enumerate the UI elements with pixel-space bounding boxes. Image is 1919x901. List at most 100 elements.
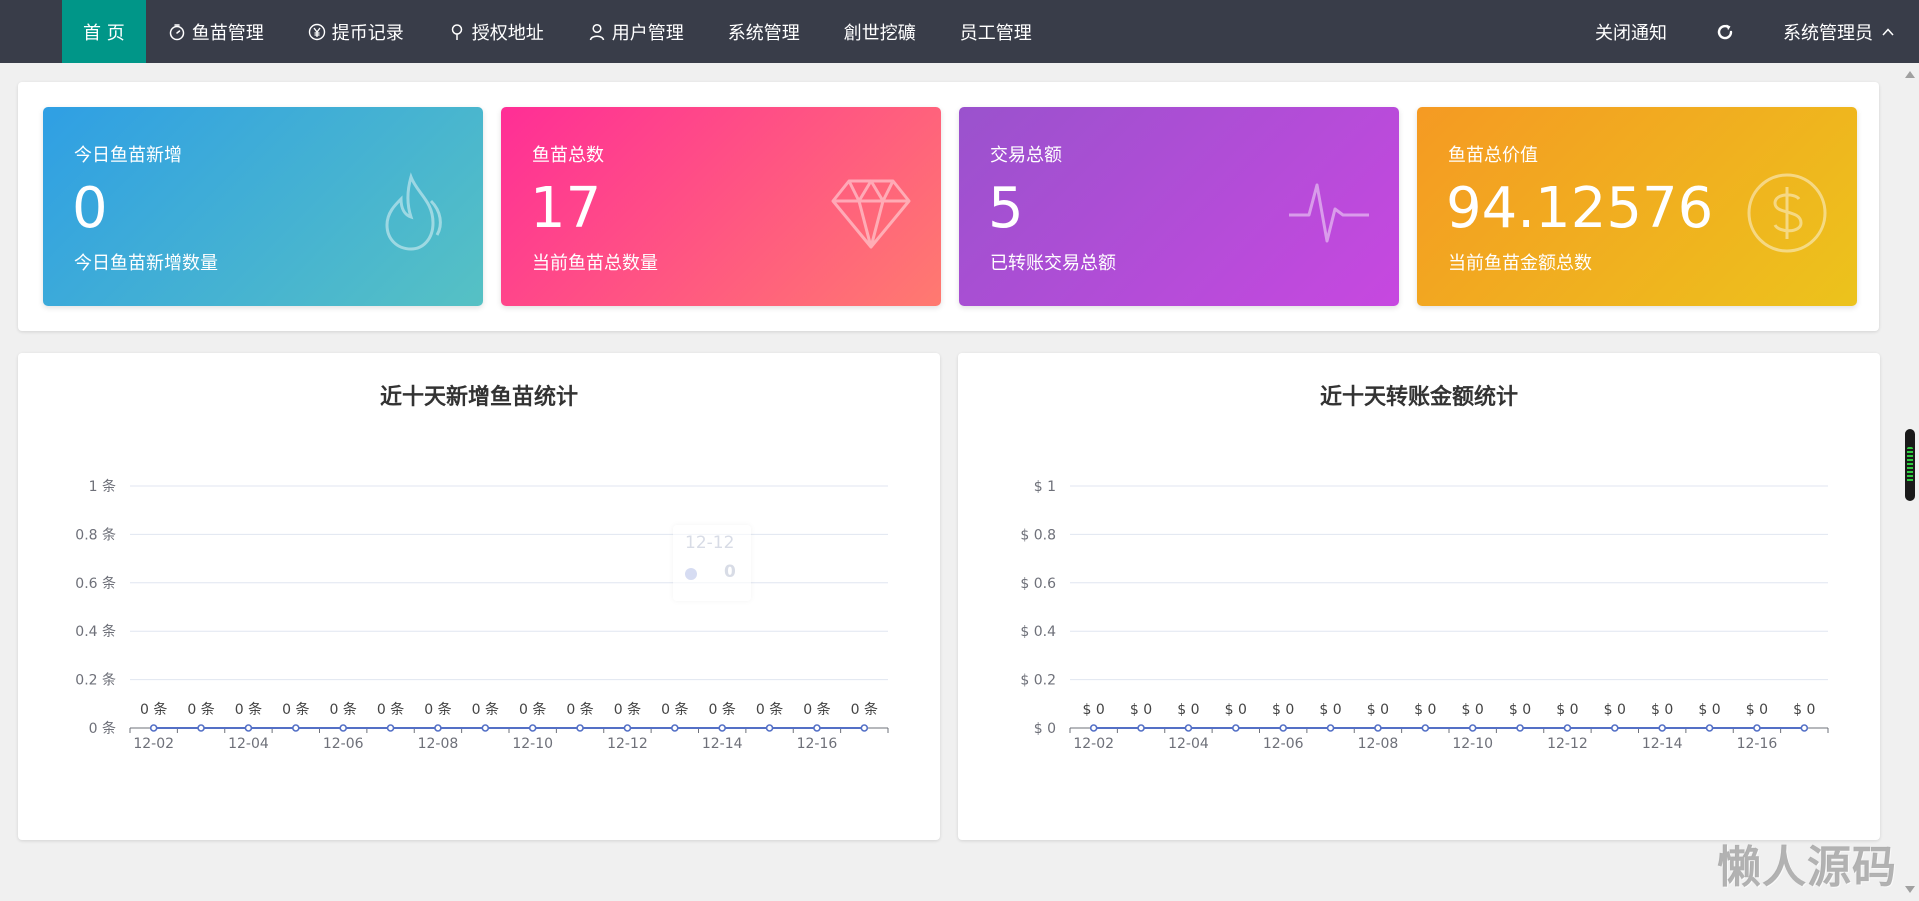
scroll-thumb[interactable] bbox=[1905, 429, 1915, 501]
y-tick-label: $ 0.4 bbox=[1020, 624, 1056, 640]
stat-title: 今日鱼苗新增 bbox=[74, 145, 182, 166]
stat-card-total-fry: 鱼苗总数 17 当前鱼苗总数量 bbox=[501, 107, 941, 306]
timer-icon bbox=[168, 23, 186, 41]
data-point bbox=[434, 724, 442, 732]
data-label: $ 0 bbox=[1414, 702, 1436, 718]
stat-card-transaction-total: 交易总额 5 已转账交易总额 bbox=[959, 107, 1399, 306]
nav-system-management[interactable]: 系统管理 bbox=[706, 0, 822, 63]
main-nav: 首 页 鱼苗管理 提币记录 授权地址 用户管理 系统管理 創世挖礦 员工管理 bbox=[62, 0, 1054, 63]
pulse-icon bbox=[1287, 171, 1371, 255]
scroll-down-arrow-icon[interactable] bbox=[1905, 886, 1915, 893]
close-notice-label: 关闭通知 bbox=[1595, 22, 1667, 44]
data-point bbox=[244, 724, 253, 732]
nav-authorized-address-label: 授权地址 bbox=[471, 22, 544, 44]
yen-icon bbox=[308, 23, 326, 41]
y-tick-label: $ 0.6 bbox=[1020, 576, 1056, 592]
data-point bbox=[1563, 724, 1572, 732]
data-point bbox=[718, 724, 726, 732]
y-tick-label: 0.8 条 bbox=[75, 526, 116, 543]
x-tick-label: 12-10 bbox=[512, 736, 553, 752]
refresh-icon bbox=[1715, 22, 1735, 42]
x-tick-label: 12-10 bbox=[1452, 736, 1493, 752]
stat-card-today-new: 今日鱼苗新增 0 今日鱼苗新增数量 bbox=[43, 107, 483, 306]
data-label: 0 条 bbox=[661, 701, 688, 718]
data-label: $ 0 bbox=[1746, 702, 1768, 718]
stat-subtitle: 已转账交易总额 bbox=[990, 253, 1116, 274]
y-tick-label: $ 1 bbox=[1034, 479, 1056, 495]
data-label: 0 条 bbox=[803, 701, 830, 718]
tooltip-series-dot bbox=[685, 568, 697, 580]
data-point bbox=[528, 724, 537, 732]
dollar-circle-icon bbox=[1745, 171, 1829, 255]
tooltip-value: 0 bbox=[724, 562, 736, 582]
nav-withdraw-records-label: 提币记录 bbox=[331, 22, 404, 44]
stat-title: 鱼苗总价值 bbox=[1448, 145, 1538, 166]
tooltip-date: 12-12 bbox=[685, 533, 735, 553]
data-point bbox=[860, 724, 869, 732]
x-tick-label: 12-04 bbox=[1168, 736, 1209, 752]
data-point bbox=[1421, 724, 1430, 732]
y-tick-label: 0.4 条 bbox=[75, 623, 116, 640]
nav-home[interactable]: 首 页 bbox=[62, 0, 146, 63]
nav-user-management[interactable]: 用户管理 bbox=[566, 0, 706, 63]
data-point bbox=[481, 724, 490, 732]
user-icon bbox=[588, 23, 606, 41]
stat-value: 5 bbox=[988, 176, 1024, 241]
y-tick-label: 0 条 bbox=[89, 720, 116, 737]
diamond-icon bbox=[829, 171, 913, 255]
data-label: 0 条 bbox=[566, 701, 593, 718]
page-scrollbar[interactable] bbox=[1901, 63, 1919, 901]
nav-authorized-address[interactable]: 授权地址 bbox=[426, 0, 566, 63]
y-tick-label: $ 0.2 bbox=[1020, 673, 1056, 689]
admin-menu[interactable]: 系统管理员 bbox=[1759, 0, 1919, 63]
x-tick-label: 12-06 bbox=[323, 736, 364, 752]
top-nav-bar: 首 页 鱼苗管理 提币记录 授权地址 用户管理 系统管理 創世挖礦 员工管理 关… bbox=[0, 0, 1919, 63]
data-label: $ 0 bbox=[1367, 702, 1389, 718]
x-tick-label: 12-16 bbox=[1737, 736, 1778, 752]
data-point bbox=[339, 724, 347, 732]
nav-genesis-mining[interactable]: 創世挖礦 bbox=[822, 0, 938, 63]
nav-withdraw-records[interactable]: 提币记录 bbox=[286, 0, 426, 63]
flame-icon bbox=[371, 171, 455, 255]
stat-subtitle: 当前鱼苗总数量 bbox=[532, 253, 658, 274]
close-notice-button[interactable]: 关闭通知 bbox=[1571, 0, 1691, 63]
stat-value: 94.12576 bbox=[1446, 176, 1714, 241]
scroll-up-arrow-icon[interactable] bbox=[1905, 71, 1915, 78]
data-label: 0 条 bbox=[330, 701, 357, 718]
data-point bbox=[1468, 724, 1477, 732]
chart-panel-new-fry: 近十天新增鱼苗统计 0 条 0.2 条 0.4 条 0.6 条 0.8 条1 条0 条1… bbox=[18, 353, 940, 840]
data-point bbox=[1658, 724, 1666, 732]
nav-home-label: 首 页 bbox=[83, 22, 125, 44]
data-point bbox=[1374, 724, 1382, 732]
data-point bbox=[1326, 724, 1335, 732]
nav-right-tools: 关闭通知 系统管理员 bbox=[1571, 0, 1919, 63]
x-tick-label: 12-08 bbox=[1358, 736, 1399, 752]
data-label: 0 条 bbox=[424, 701, 451, 718]
x-tick-label: 12-02 bbox=[1073, 736, 1114, 752]
data-label: $ 0 bbox=[1604, 702, 1626, 718]
data-label: $ 0 bbox=[1319, 702, 1341, 718]
stats-panel: 今日鱼苗新增 0 今日鱼苗新增数量 鱼苗总数 17 当前鱼苗总数量 交易总额 5… bbox=[18, 82, 1879, 331]
data-point bbox=[149, 724, 158, 732]
stat-subtitle: 当前鱼苗金额总数 bbox=[1448, 253, 1592, 274]
x-tick-label: 12-06 bbox=[1263, 736, 1304, 752]
data-point bbox=[292, 724, 300, 732]
nav-genesis-mining-label: 創世挖礦 bbox=[843, 22, 916, 44]
line-chart-new-fry[interactable]: 0 条 0.2 条 0.4 条 0.6 条 0.8 条 1 条 0 条 12-02 0 条 0 条… bbox=[18, 353, 940, 840]
nav-staff-management[interactable]: 员工管理 bbox=[938, 0, 1054, 63]
chart-tooltip: 12-12 0 bbox=[673, 525, 751, 601]
data-label: $ 0 bbox=[1130, 702, 1152, 718]
line-chart-transfer-amount[interactable]: $ 0 $ 0.2 $ 0.4 $ 0.6 $ 0.8 $ 1 $ 0 12-02 $ 0 $ 0… bbox=[958, 353, 1880, 840]
data-label: 0 条 bbox=[709, 701, 736, 718]
stat-subtitle: 今日鱼苗新增数量 bbox=[74, 253, 218, 274]
data-point bbox=[813, 724, 821, 732]
data-point bbox=[197, 724, 205, 732]
chevron-up-icon bbox=[1881, 25, 1895, 39]
refresh-button[interactable] bbox=[1691, 0, 1759, 63]
nav-fry-management-label: 鱼苗管理 bbox=[191, 22, 264, 44]
data-label: $ 0 bbox=[1225, 702, 1247, 718]
data-label: 0 条 bbox=[851, 701, 878, 718]
data-label: 0 条 bbox=[519, 701, 546, 718]
nav-fry-management[interactable]: 鱼苗管理 bbox=[146, 0, 286, 63]
data-point bbox=[386, 724, 395, 732]
